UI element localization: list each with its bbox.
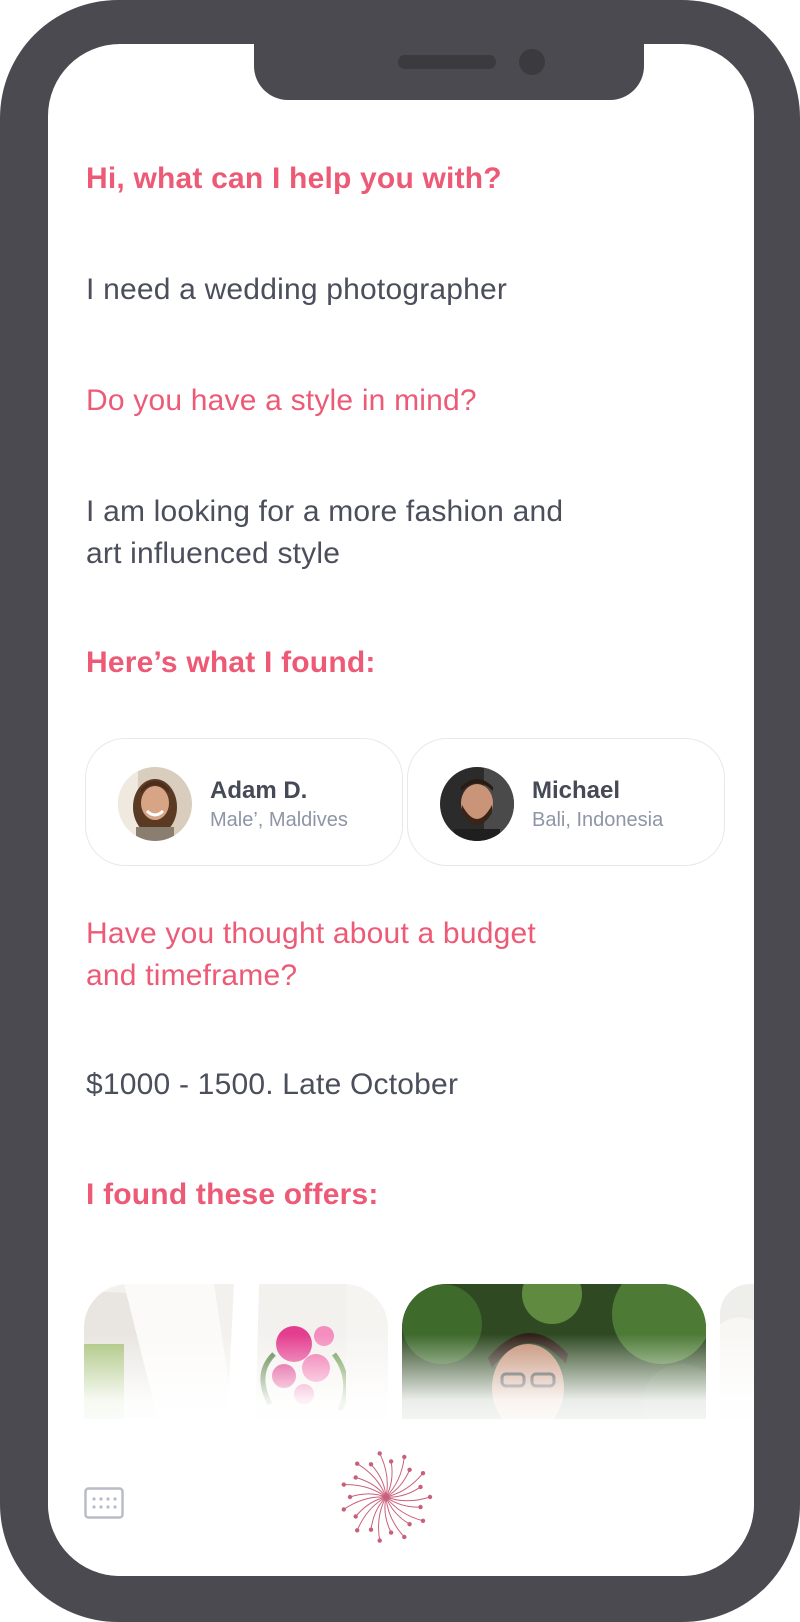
assistant-greeting: Hi, what can I help you with?: [86, 162, 502, 195]
user-message-budget: $1000 - 1500. Late October: [86, 1068, 459, 1101]
avatar: [118, 767, 192, 841]
photographer-card-michael[interactable]: Michael Bali, Indonesia: [407, 738, 725, 866]
assistant-question-budget: Have you thought about a budget and time…: [86, 913, 536, 997]
assistant-offers-heading: I found these offers:: [86, 1178, 379, 1211]
front-camera: [519, 49, 545, 75]
assistant-question-budget-line-2: and timeframe?: [86, 959, 298, 992]
keyboard-icon[interactable]: [84, 1487, 124, 1519]
photographer-name: Michael: [532, 777, 621, 804]
dandelion-logo-icon[interactable]: [336, 1447, 436, 1547]
app-stage: Hi, what can I help you with? I need a w…: [0, 0, 800, 1622]
user-message-style-line-2: art influenced style: [86, 537, 341, 570]
phone-screen: Hi, what can I help you with? I need a w…: [48, 44, 754, 1576]
assistant-question-style: Do you have a style in mind?: [86, 384, 477, 417]
photographer-card-adam[interactable]: Adam D. Male’, Maldives: [85, 738, 403, 866]
user-message-photographer: I need a wedding photographer: [86, 273, 508, 306]
assistant-question-budget-line-1: Have you thought about a budget: [86, 917, 536, 950]
assistant-found-heading: Here’s what I found:: [86, 646, 376, 679]
photographer-location: Male’, Maldives: [210, 809, 348, 831]
phone-notch: [254, 44, 644, 100]
user-message-style-line-1: I am looking for a more fashion and: [86, 495, 564, 528]
photographer-location: Bali, Indonesia: [532, 809, 664, 831]
speaker-grille: [398, 55, 496, 69]
photographer-name: Adam D.: [210, 777, 308, 804]
input-bar: [48, 1419, 754, 1576]
user-message-style: I am looking for a more fashion and art …: [86, 491, 563, 575]
avatar: [440, 767, 514, 841]
